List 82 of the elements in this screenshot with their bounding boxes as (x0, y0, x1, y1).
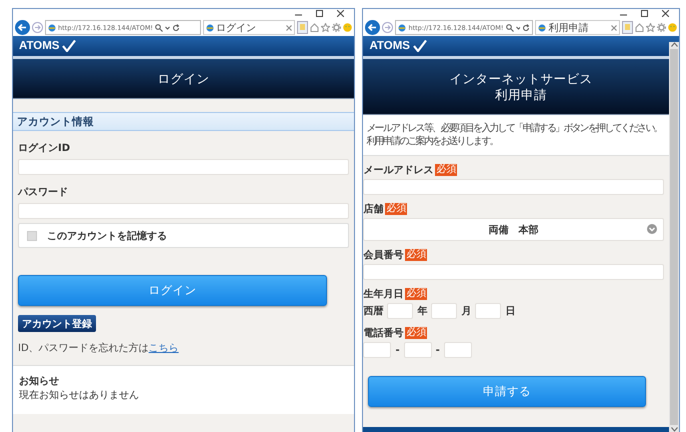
required-badge: 必須 (385, 203, 408, 215)
tab-title: 利用申請 (548, 22, 590, 34)
date-unit-label: 年 (417, 304, 428, 318)
input-field[interactable] (431, 303, 458, 319)
page-title: ログイン (158, 70, 210, 86)
home-icon[interactable] (635, 23, 644, 32)
forgot-text: ID、パスワードを忘れた方はこちら (18, 342, 180, 355)
page-title: 利用申請 (495, 86, 548, 102)
smiley-icon[interactable] (343, 23, 352, 32)
new-tab-icon[interactable] (622, 21, 633, 34)
required-badge: 必須 (405, 327, 428, 339)
required-badge: 必須 (405, 288, 428, 300)
separator-text: - (436, 344, 440, 356)
input-field[interactable] (363, 264, 664, 280)
browser-logo-icon (206, 24, 214, 32)
logo-text: ATOMS (19, 40, 60, 52)
era-label: 西暦 (363, 304, 384, 318)
browser-logo-icon (538, 24, 546, 32)
dropdown-caret-icon[interactable] (516, 24, 520, 32)
register-button[interactable]: アカウント登録 (18, 315, 96, 332)
chevron-down-icon (647, 224, 657, 234)
close-icon[interactable] (662, 10, 669, 17)
close-icon[interactable] (337, 10, 344, 17)
checkbox[interactable] (27, 230, 37, 240)
browser-tab[interactable]: 利用申請 (535, 20, 620, 35)
maximize-icon[interactable] (641, 10, 648, 17)
logo-text: ATOMS (369, 40, 410, 52)
input-field[interactable] (404, 342, 432, 358)
page-title: インターネットサービス (450, 70, 593, 86)
new-tab-icon[interactable] (297, 21, 308, 34)
browser-logo-icon (48, 24, 56, 32)
scroll-thumb[interactable] (670, 49, 678, 425)
home-icon[interactable] (310, 23, 320, 32)
checkmark-icon (412, 40, 427, 52)
star-icon[interactable] (321, 23, 330, 32)
notice-text: 現在お知らせはありません (19, 389, 140, 402)
gear-icon[interactable] (332, 23, 342, 32)
description-text: 利用申請のご案内をお送りします。 (366, 135, 499, 148)
refresh-icon[interactable] (172, 24, 180, 32)
field-label: 店舗 (363, 202, 384, 216)
input-field[interactable] (444, 342, 472, 358)
date-unit-label: 月 (461, 305, 472, 318)
checkmark-icon (62, 40, 76, 52)
separator-text: - (395, 344, 400, 356)
scroll-down-icon[interactable] (670, 427, 678, 432)
search-icon[interactable] (155, 24, 164, 32)
input-field[interactable] (387, 303, 414, 319)
checkbox-label: このアカウントを記憶する (47, 230, 167, 242)
section-title: アカウント情報 (17, 114, 94, 128)
input-field[interactable] (18, 159, 350, 175)
tab-title: ログイン (216, 22, 257, 34)
scrollbar[interactable] (669, 42, 679, 432)
field-label: メールアドレス (363, 164, 434, 177)
input-field[interactable] (18, 203, 350, 219)
dropdown-caret-icon[interactable] (165, 24, 170, 32)
field-label: パスワード (18, 186, 69, 199)
forgot-link[interactable]: こちら (148, 343, 179, 354)
forward-arrow-icon[interactable] (382, 22, 394, 33)
gear-icon[interactable] (657, 23, 666, 32)
scroll-up-icon[interactable] (670, 42, 678, 47)
star-icon[interactable] (646, 23, 655, 32)
smiley-icon[interactable] (668, 23, 677, 32)
input-field[interactable] (363, 179, 664, 195)
remember-option[interactable]: このアカウントを記憶する (18, 223, 350, 248)
field-label: 生年月日 (363, 288, 404, 301)
field-label: ログインID (18, 142, 72, 155)
forward-arrow-icon[interactable] (32, 22, 43, 33)
input-field[interactable] (363, 342, 392, 358)
browser-tab[interactable]: ログイン (203, 20, 296, 35)
input-field[interactable] (475, 303, 502, 319)
refresh-icon[interactable] (522, 24, 530, 32)
search-icon[interactable] (506, 24, 514, 32)
maximize-icon[interactable] (316, 10, 324, 17)
description-text: メールアドレス等、必要項目を入力して「申請する」ボタンを押してください。 (366, 122, 663, 135)
required-badge: 必須 (435, 164, 458, 176)
required-badge: 必須 (405, 249, 428, 261)
store-select[interactable]: 両備 本部 (363, 218, 664, 241)
browser-logo-icon (398, 24, 406, 32)
field-label: 会員番号 (363, 248, 404, 262)
date-unit-label: 日 (505, 305, 516, 318)
field-label: 電話番号 (363, 326, 404, 340)
notice-title: お知らせ (19, 374, 60, 388)
